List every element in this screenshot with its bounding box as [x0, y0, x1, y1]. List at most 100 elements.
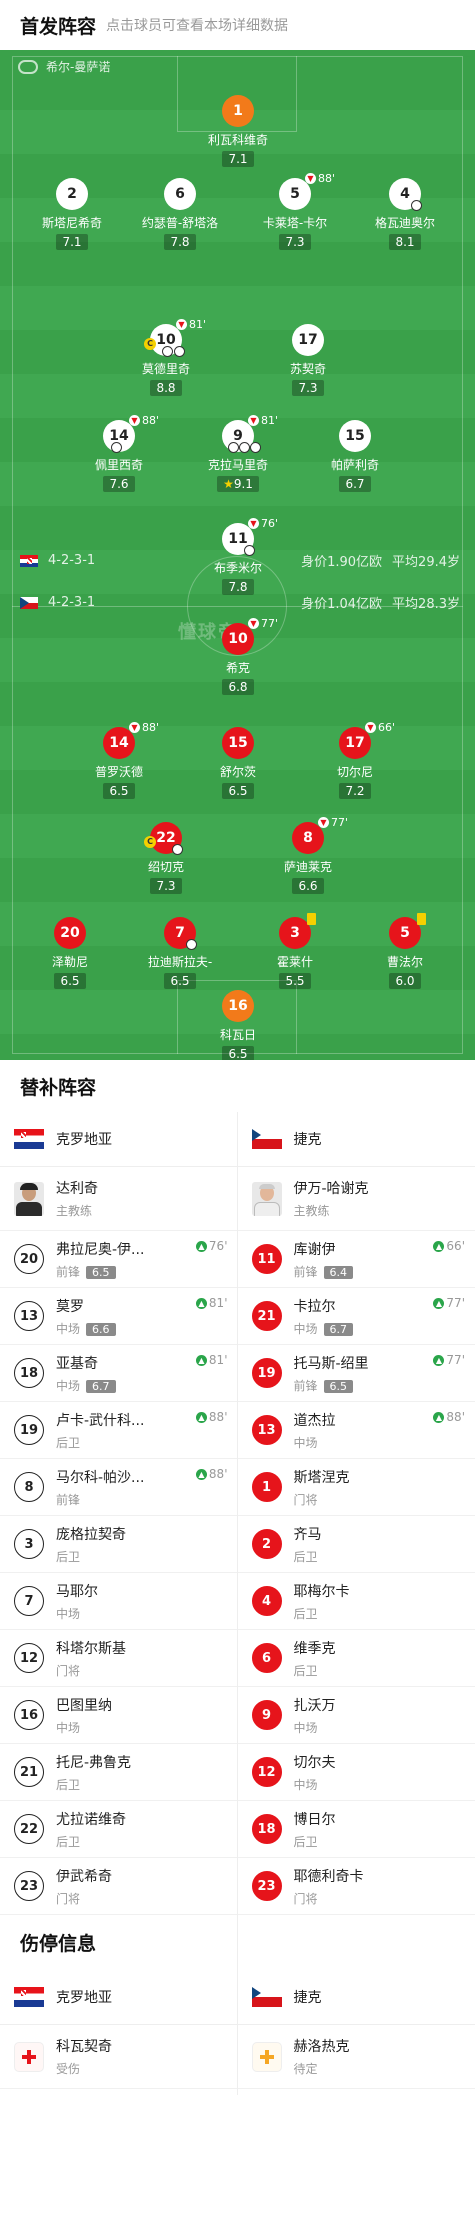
home-player[interactable]: 2 斯塔尼希奇 7.1	[12, 178, 132, 250]
away-player[interactable]: 14 ▼ 88' 普罗沃德 6.5	[59, 721, 179, 799]
bench-player[interactable]: 18 博日尔 后卫	[238, 1801, 475, 1857]
sub-arrow-icon: ▼	[248, 518, 259, 529]
away-player[interactable]: 10 ▼ 77' 希克 6.8	[178, 617, 298, 695]
away-player[interactable]: 15 舒尔茨 6.5	[178, 727, 298, 799]
bench-player[interactable]: 8 马尔科-帕沙... 前锋 ▲ 88'	[0, 1459, 238, 1515]
bench-player[interactable]: 1 斯塔涅克 门将	[238, 1459, 475, 1515]
player-name: 赫洛热克	[293, 2039, 350, 2055]
player-rating: 7.6	[103, 476, 135, 492]
bench-player[interactable]: 20 弗拉尼奥-伊... 前锋 6.5 ▲ 76'	[0, 1231, 238, 1287]
sub-minute: 81'	[208, 1353, 228, 1367]
home-player[interactable]: 17 苏契奇 7.3	[248, 324, 368, 396]
sub-off-badge: ▼ 77'	[318, 816, 348, 829]
home-player[interactable]: 4 格瓦迪奥尔 8.1	[345, 178, 465, 250]
injury-title: 伤停信息	[20, 1933, 97, 1955]
bench-player[interactable]: 22 尤拉诺维奇 后卫	[0, 1801, 238, 1857]
bench-row: 19 卢卡-武什科... 后卫 ▲ 88' 13 道杰拉 中场 ▲ 88'	[0, 1402, 475, 1459]
away-player[interactable]: 7 拉迪斯拉夫- 6.5	[120, 917, 240, 989]
injury-status: 受伤	[56, 2062, 81, 2076]
home-coach[interactable]: 达利奇 主教练	[0, 1167, 238, 1230]
sub-arrow-icon: ▼	[129, 722, 140, 733]
away-player[interactable]: 17 ▼ 66' 切尔尼 7.2	[295, 721, 415, 799]
bench-player[interactable]: 19 托马斯-绍里 前锋 6.5 ▲ 77'	[238, 1345, 475, 1401]
player-position: 中场	[293, 1720, 318, 1735]
bench-player[interactable]: 23 耶德利奇卡 门将	[238, 1858, 475, 1914]
injury-status: 待定	[293, 2062, 318, 2076]
doubtful-player[interactable]: 赫洛热克 待定	[238, 2025, 475, 2088]
home-player[interactable]: 5 ▼ 88' 卡莱塔-卡尔 7.3	[235, 172, 355, 250]
player-number: 13	[251, 1415, 282, 1445]
home-player[interactable]: 6 约瑟普-舒塔洛 7.8	[120, 178, 240, 250]
away-player[interactable]: 5 曹法尔 6.0	[345, 913, 465, 989]
bench-player[interactable]: 12 科塔尔斯基 门将	[0, 1630, 238, 1686]
bench-player[interactable]: 19 卢卡-武什科... 后卫 ▲ 88'	[0, 1402, 238, 1458]
away-player[interactable]: 20 泽勒尼 6.5	[10, 917, 130, 989]
home-player[interactable]: 10 ▼ 81' C 莫德里奇 8.8	[106, 318, 226, 396]
home-player[interactable]: 1 利瓦科维奇 7.1	[178, 95, 298, 167]
sub-off-badge: ▼ 81'	[248, 414, 278, 427]
away-formation: 4-2-3-1	[48, 595, 96, 610]
bench-player[interactable]: 21 托尼-弗鲁克 后卫	[0, 1744, 238, 1800]
sub-arrow-icon: ▼	[248, 618, 259, 629]
bench-home-team: 克罗地亚	[0, 1112, 238, 1166]
bench-player[interactable]: 2 齐马 后卫	[238, 1516, 475, 1572]
player-name: 帕萨利奇	[330, 458, 379, 472]
away-player[interactable]: 3 霍莱什 5.5	[235, 913, 355, 989]
player-rating: 8.8	[150, 380, 182, 396]
bench-player[interactable]: 9 扎沃万 中场	[238, 1687, 475, 1743]
away-coach[interactable]: 伊万-哈谢克 主教练	[238, 1167, 475, 1230]
bench-player[interactable]: 21 卡拉尔 中场 6.7 ▲ 77'	[238, 1288, 475, 1344]
player-position: 中场 6.7	[294, 1320, 354, 1337]
bench-row: 8 马尔科-帕沙... 前锋 ▲ 88' 1 斯塔涅克 门将	[0, 1459, 475, 1516]
bench-player[interactable]: 13 莫罗 中场 6.6 ▲ 81'	[0, 1288, 238, 1344]
team-name: 克罗地亚	[56, 1990, 112, 2006]
player-name: 卡拉尔	[293, 1298, 336, 1315]
team-name: 捷克	[293, 1132, 322, 1148]
player-number: 17	[345, 735, 365, 751]
sub-minute: 81'	[208, 1296, 228, 1310]
sub-arrow-icon: ▼	[365, 722, 376, 733]
bench-player[interactable]: 6 维季克 后卫	[238, 1630, 475, 1686]
sub-on-arrow-icon: ▲	[195, 1354, 207, 1366]
coach-role: 主教练	[293, 1204, 330, 1218]
away-player[interactable]: 16 科瓦日 6.5	[178, 990, 298, 1060]
home-player[interactable]: 14 ▼ 88' 佩里西奇 7.6	[59, 414, 179, 492]
home-player[interactable]: 9 ▼ 81' 克拉马里奇 ★9.1	[178, 414, 298, 492]
bench-header: 替补阵容	[0, 1060, 475, 1112]
away-player[interactable]: 22 C 绍切克 7.3	[106, 822, 226, 894]
player-name: 托尼-弗鲁克	[56, 1754, 132, 1771]
bench-player[interactable]: 16 巴图里纳 中场	[0, 1687, 238, 1743]
player-rating: 6.0	[389, 973, 421, 989]
bench-player[interactable]: 3 庞格拉契奇 后卫	[0, 1516, 238, 1572]
bench-player[interactable]: 11 库谢伊 前锋 6.4 ▲ 66'	[238, 1231, 475, 1287]
bench-player[interactable]: 7 马耶尔 中场	[0, 1573, 238, 1629]
injured-player[interactable]: 科瓦契奇 受伤	[0, 2025, 238, 2088]
player-rating: 6.5	[323, 1379, 354, 1393]
sub-arrow-icon: ▼	[305, 173, 316, 184]
bench-player[interactable]: 4 耶梅尔卡 后卫	[238, 1573, 475, 1629]
injury-away-team: 捷克	[238, 1970, 475, 2024]
bench-player[interactable]: 12 切尔夫 中场	[238, 1744, 475, 1800]
goal-ball-icon	[228, 442, 239, 453]
home-player[interactable]: 15 帕萨利奇 6.7	[295, 420, 415, 492]
goal-ball-icon	[111, 442, 122, 453]
player-position: 后卫	[293, 1549, 318, 1564]
player-number: 18	[251, 1814, 282, 1844]
player-name: 齐马	[293, 1526, 322, 1543]
home-player[interactable]: 11 ▼ 76' 布季米尔 7.8	[178, 517, 298, 595]
player-position: 前锋 6.5	[56, 1263, 144, 1280]
player-number: 5	[290, 186, 300, 202]
away-team-line: 4-2-3-1 身价1.04亿欧 平均28.3岁	[20, 593, 460, 612]
player-position: 后卫	[293, 1834, 318, 1849]
away-player[interactable]: 8 ▼ 77' 萨迪莱克 6.6	[248, 816, 368, 894]
bench-player[interactable]: 18 亚基奇 中场 6.7 ▲ 81'	[0, 1345, 238, 1401]
player-number: 11	[251, 1244, 282, 1274]
coach-avatar	[14, 1181, 44, 1216]
player-name: 科塔尔斯基	[56, 1640, 126, 1657]
sub-arrow-icon: ▼	[318, 817, 329, 828]
sub-on-arrow-icon: ▲	[195, 1468, 207, 1480]
coach-avatar	[251, 1181, 282, 1216]
bench-player[interactable]: 13 道杰拉 中场 ▲ 88'	[238, 1402, 475, 1458]
bench-player[interactable]: 23 伊武希奇 门将	[0, 1858, 238, 1914]
player-name: 卢卡-武什科...	[56, 1412, 145, 1429]
